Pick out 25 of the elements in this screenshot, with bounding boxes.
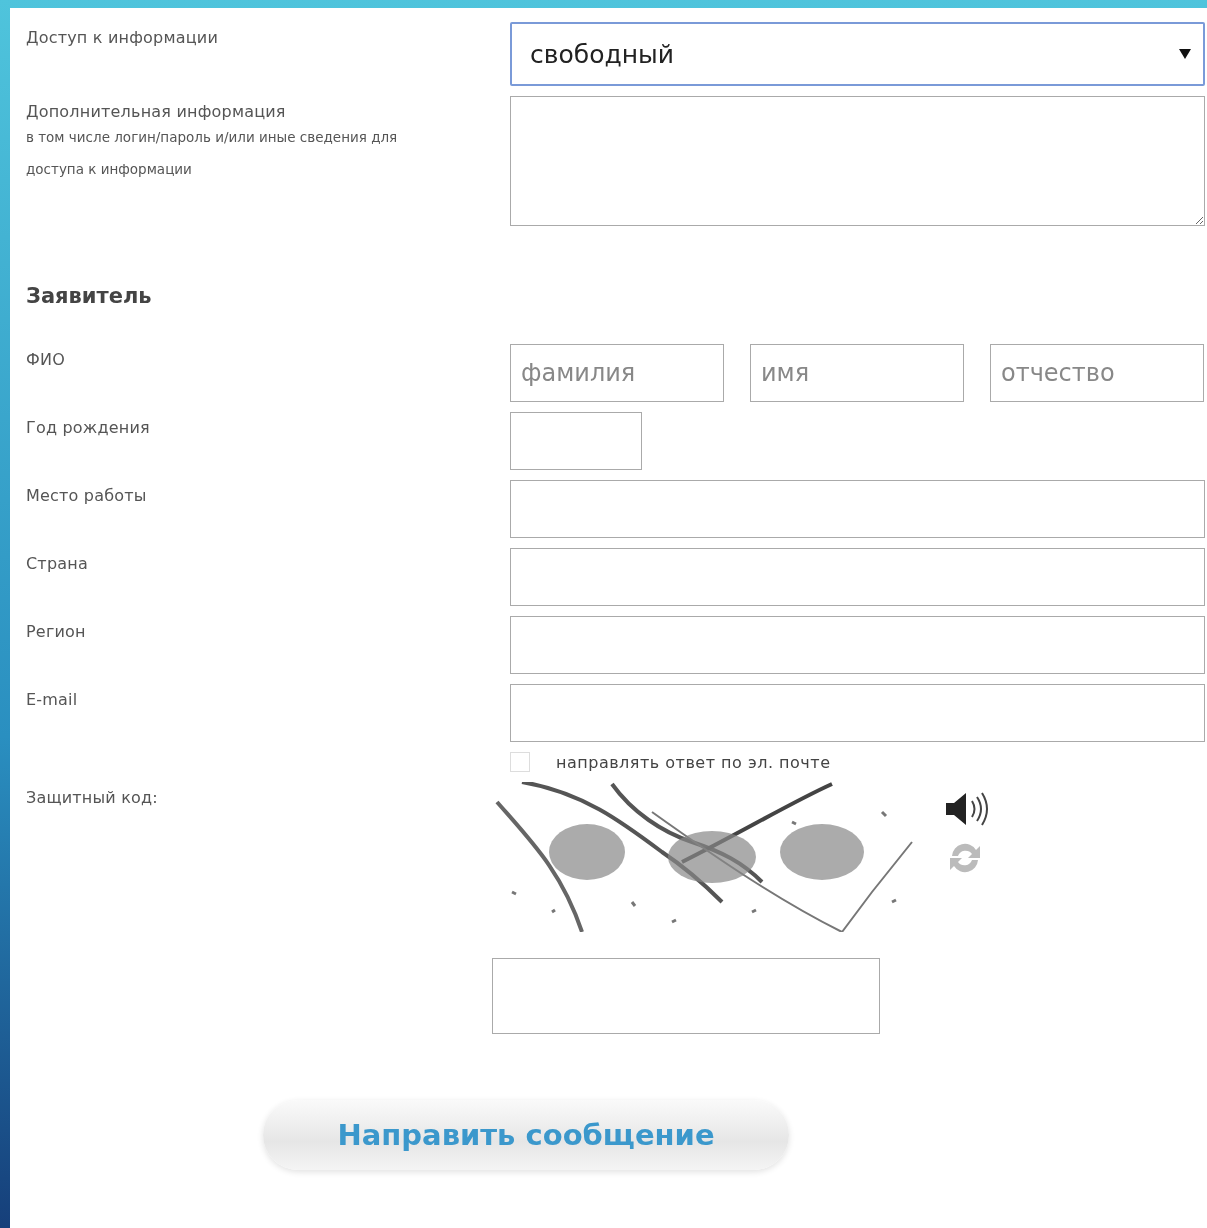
checkbox-label: направлять ответ по эл. почте [556, 752, 831, 772]
name-field[interactable]: имя [750, 344, 964, 402]
field-label: Защитный код: [26, 787, 159, 809]
text-field[interactable] [510, 616, 1205, 674]
text-field[interactable] [510, 684, 1205, 742]
text-field[interactable] [510, 548, 1205, 606]
text-field[interactable] [510, 412, 642, 470]
field-label: Страна [26, 553, 89, 575]
text-field[interactable] [510, 480, 1205, 538]
speaker-icon[interactable] [944, 790, 990, 828]
field-label: E-mail [26, 689, 79, 711]
field-hint: в том числе логин/пароль и/или иные сведения для доступа к информации [26, 128, 399, 179]
caret-icon [1179, 49, 1191, 59]
field-label: Дополнительная информация [26, 101, 287, 121]
field-label: Регион [26, 621, 87, 643]
name-field[interactable]: фамилия [510, 344, 724, 402]
field-label: ФИО [26, 349, 66, 371]
checkbox[interactable] [510, 752, 530, 772]
name-field[interactable]: отчество [990, 344, 1204, 402]
field-label: Год рождения [26, 417, 151, 439]
section-heading: Заявитель [26, 284, 153, 308]
captcha-field[interactable] [492, 958, 880, 1034]
field-label: Место работы [26, 485, 148, 507]
field-label: Доступ к информации [26, 27, 220, 49]
access-select[interactable]: свободный [510, 22, 1205, 86]
